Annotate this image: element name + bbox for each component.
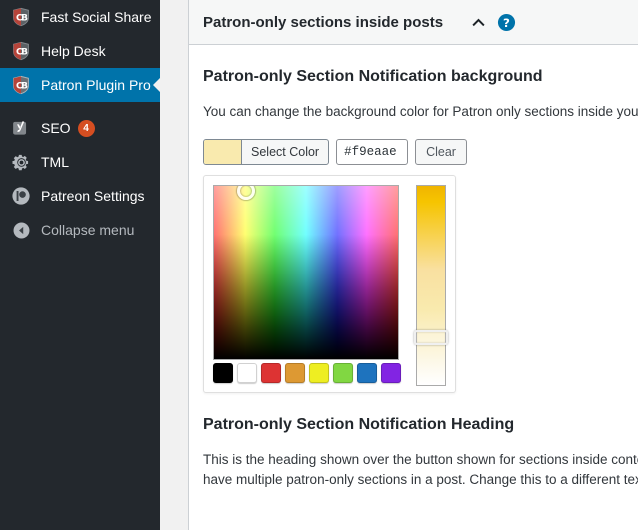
sidebar-item-label: Collapse menu: [41, 222, 135, 238]
svg-text:?: ?: [503, 15, 510, 29]
sidebar-item-label: Help Desk: [41, 43, 106, 59]
iris-picker-inner: [213, 184, 448, 386]
svg-text:B: B: [21, 14, 28, 24]
sidebar-item-label: TML: [41, 154, 69, 170]
postbox-patron-only-sections: Patron-only sections inside posts ? Patr…: [188, 0, 638, 530]
sidebar-item-collapse-menu[interactable]: Collapse menu: [0, 213, 160, 247]
svg-text:B: B: [21, 48, 28, 58]
value-gradient-layer: [214, 185, 398, 359]
gear-icon: [9, 150, 33, 174]
sidebar-item-help-desk[interactable]: C B Help Desk: [0, 34, 160, 68]
field-heading-notification-background: Patron-only Section Notification backgro…: [203, 68, 543, 85]
wp-admin-screen: C B Fast Social Share C B Help Desk C B …: [0, 0, 638, 530]
svg-text:B: B: [21, 82, 28, 92]
color-hex-input[interactable]: [336, 138, 409, 165]
palette-swatch[interactable]: [381, 362, 401, 383]
field-description-notification-background: You can change the background color for …: [203, 103, 638, 119]
content-left-gutter: [160, 0, 188, 530]
sidebar-item-patron-plugin-pro[interactable]: C B Patron Plugin Pro: [0, 68, 160, 102]
postbox-header: Patron-only sections inside posts ?: [189, 0, 638, 45]
color-palette-swatches: [213, 362, 401, 383]
color-picker-container: Select Color Clear: [203, 138, 638, 393]
sidebar-item-label: Patron Plugin Pro: [41, 77, 151, 93]
sidebar-badge-seo: 4: [77, 119, 95, 137]
collapse-arrow-icon: [9, 218, 33, 242]
palette-swatch[interactable]: [237, 362, 257, 383]
sidebar-item-seo[interactable]: SEO 4: [0, 111, 160, 145]
clear-color-button[interactable]: Clear: [415, 138, 467, 165]
color-hex-input-wrap: Clear: [336, 138, 467, 165]
yoast-seo-icon: [9, 116, 33, 140]
hue-slider-handle[interactable]: [414, 329, 448, 345]
color-picker-controls-row: Select Color Clear: [203, 138, 638, 165]
sidebar-item-label: Patreon Settings: [41, 188, 145, 204]
current-color-swatch: [204, 139, 242, 164]
hue-slider-strip[interactable]: [414, 184, 448, 386]
sidebar-item-label: SEO: [41, 120, 71, 136]
patreon-icon: [9, 184, 33, 208]
main-content-area: Patron-only sections inside posts ? Patr…: [188, 0, 638, 530]
postbox-body: Patron-only Section Notification backgro…: [189, 45, 638, 521]
palette-swatch[interactable]: [261, 362, 281, 383]
select-color-label: Select Color: [251, 144, 320, 159]
palette-swatch[interactable]: [309, 362, 329, 383]
field-heading-notification-heading: Patron-only Section Notification Heading: [203, 415, 515, 433]
sidebar-item-label: Fast Social Share: [41, 9, 152, 25]
field-description-notification-heading: This is the heading shown over the butto…: [203, 451, 638, 488]
sidebar-item-patreon-settings[interactable]: Patreon Settings: [0, 179, 160, 213]
palette-swatch[interactable]: [285, 362, 305, 383]
page-title: Patron-only sections inside posts: [203, 13, 444, 31]
cb-plugin-icon: C B: [9, 39, 33, 63]
sidebar-separator: [0, 102, 160, 111]
sidebar-item-fast-social-share[interactable]: C B Fast Social Share: [0, 0, 160, 34]
cb-plugin-icon: C B: [9, 5, 33, 29]
saturation-value-area[interactable]: [213, 184, 399, 360]
iris-color-picker-panel: [203, 174, 456, 393]
admin-sidebar-menu: C B Fast Social Share C B Help Desk C B …: [0, 0, 160, 530]
question-mark-icon[interactable]: ?: [495, 11, 517, 33]
chevron-up-icon[interactable]: [465, 9, 491, 35]
palette-swatch[interactable]: [333, 362, 353, 383]
select-color-button[interactable]: Select Color: [203, 138, 330, 165]
palette-swatch[interactable]: [357, 362, 377, 383]
palette-swatch[interactable]: [213, 362, 233, 383]
sidebar-item-tml[interactable]: TML: [0, 145, 160, 179]
cb-plugin-icon: C B: [9, 73, 33, 97]
